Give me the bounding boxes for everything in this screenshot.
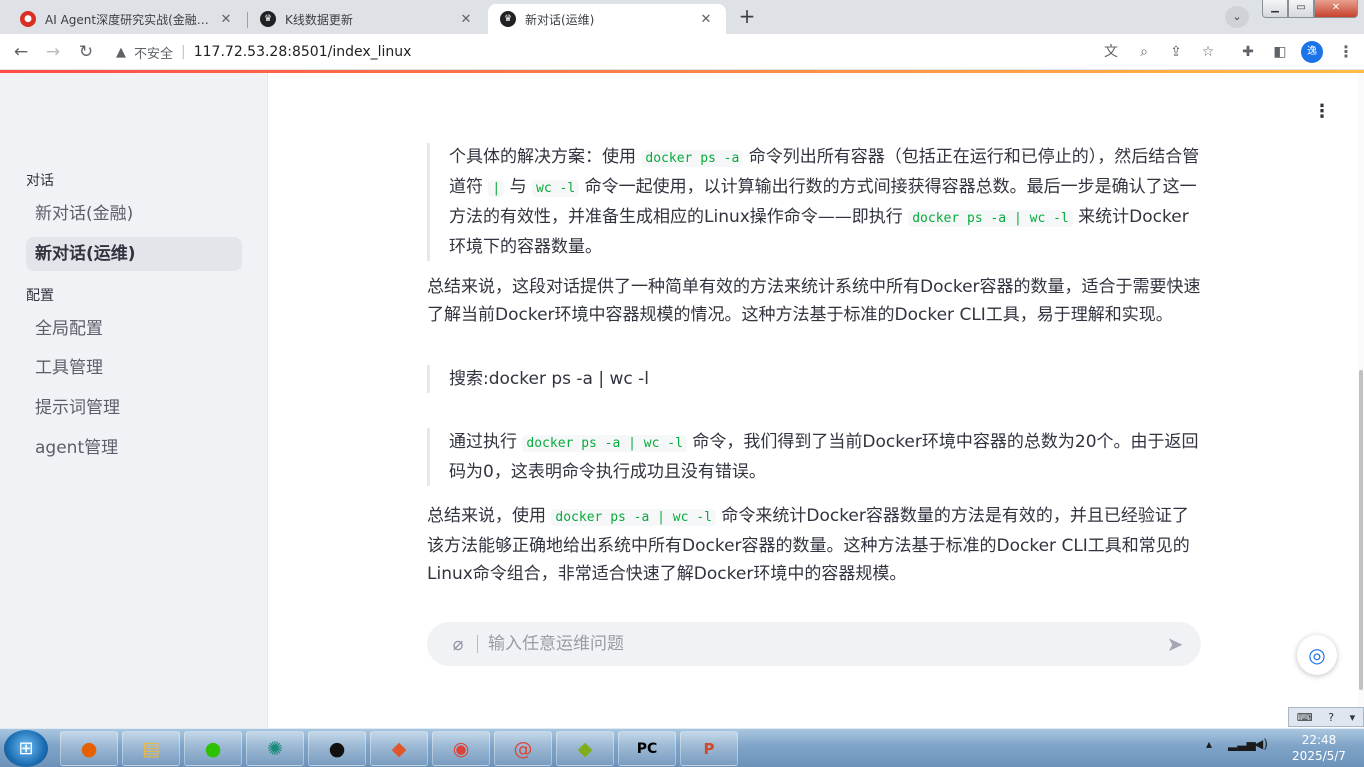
chat-input[interactable] <box>488 634 1155 654</box>
close-icon[interactable]: ✕ <box>458 12 474 27</box>
sidebar-item-prompt-management[interactable]: 提示词管理 <box>26 391 242 425</box>
crown-icon: ♛ <box>500 11 516 27</box>
browser-toolbar: ← → ↻ ▲ 不安全 | 117.72.53.28:8501/index_li… <box>0 34 1364 70</box>
summary-paragraph-2: 总结来说，使用 docker ps -a | wc -l 命令来统计Docker… <box>427 502 1203 588</box>
text-span: 个具体的解决方案：使用 <box>449 147 636 167</box>
thinking-blockquote: 个具体的解决方案：使用 docker ps -a 命令列出所有容器（包括正在运行… <box>427 143 1202 261</box>
chat-main: ⋮ ▬ ▬▬ ▬▬▬▬ ▬▬▬▬▬ ▬▬ ▬▬▬▬▬▬ ▬▬▬▬ ▬▬▬ 个具体… <box>269 73 1364 728</box>
paperclip-icon[interactable]: ⌀ <box>439 634 477 655</box>
share-icon[interactable]: ⇪ <box>1166 42 1186 62</box>
sidebar-item-global-config[interactable]: 全局配置 <box>26 312 242 346</box>
security-label[interactable]: 不安全 <box>134 43 173 62</box>
sidebar-item-agent-management[interactable]: agent管理 <box>26 431 242 465</box>
text-span: 通过执行 <box>449 432 517 452</box>
powerpoint-icon[interactable]: P <box>680 731 738 766</box>
more-options-icon[interactable]: ⋮ <box>1313 101 1331 122</box>
clock-date: 2025/5/7 <box>1292 749 1346 763</box>
show-hidden-icons[interactable]: ▴ <box>1206 737 1212 751</box>
close-icon[interactable]: ✕ <box>698 12 714 27</box>
pycharm-icon[interactable]: PC <box>618 731 676 766</box>
url-text[interactable]: 117.72.53.28:8501/index_linux <box>194 44 412 60</box>
firefox-icon[interactable]: ● <box>60 731 118 766</box>
browser-tab-kline[interactable]: ♛ K线数据更新 ✕ <box>248 4 486 34</box>
forward-arrow-icon[interactable]: → <box>41 40 65 64</box>
divider: | <box>181 44 186 60</box>
text-span: 总结来说，使用 <box>427 506 546 526</box>
tab-title: AI Agent深度研究实战(金融版) - <box>45 12 218 27</box>
section-title-chat: 对话 <box>26 173 54 189</box>
inline-code: docker ps -a | wc -l <box>551 509 716 526</box>
maximize-button[interactable]: ▭ <box>1288 0 1314 18</box>
file-explorer-icon[interactable]: ▤ <box>122 731 180 766</box>
app-red-icon[interactable]: ◆ <box>370 731 428 766</box>
result-blockquote: 通过执行 docker ps -a | wc -l 命令，我们得到了当前Dock… <box>427 428 1202 486</box>
chevron-down-icon[interactable]: ▾ <box>1350 711 1356 724</box>
minimize-button[interactable]: ▁ <box>1262 0 1288 18</box>
app-shell-icon[interactable]: ✺ <box>246 731 304 766</box>
crown-icon: ♛ <box>260 11 276 27</box>
inline-code: docker ps -a | wc -l <box>908 210 1073 227</box>
profile-avatar[interactable]: 逸 <box>1301 41 1323 63</box>
back-arrow-icon[interactable]: ← <box>9 40 33 64</box>
zoom-icon[interactable]: ⌕ <box>1134 42 1154 62</box>
wechat-icon[interactable]: ● <box>184 731 242 766</box>
inline-code: docker ps -a | wc -l <box>522 435 687 452</box>
close-icon[interactable]: ✕ <box>218 12 234 27</box>
browser-tab-finance[interactable]: ● AI Agent深度研究实战(金融版) - ✕ <box>8 4 246 34</box>
search-blockquote: 搜索:docker ps -a | wc -l <box>427 365 1202 393</box>
inline-code: wc -l <box>532 180 580 197</box>
inline-code: | <box>488 180 505 197</box>
start-button[interactable]: ⊞ <box>4 730 48 767</box>
warning-icon: ▲ <box>116 44 126 60</box>
window-close-button[interactable]: ✕ <box>1314 0 1358 18</box>
red-app-icon: ● <box>20 11 36 27</box>
system-clock[interactable]: 22:48 2025/5/7 <box>1291 732 1347 764</box>
tab-title: K线数据更新 <box>285 12 353 27</box>
clipped-text-line: ▬ ▬▬ ▬▬▬▬ ▬▬▬▬▬ ▬▬ ▬▬▬▬▬▬ ▬▬▬▬ ▬▬▬ <box>427 125 1187 137</box>
bookmark-star-icon[interactable]: ☆ <box>1198 42 1218 62</box>
inline-code: docker ps -a <box>641 150 744 167</box>
scrollbar-thumb[interactable] <box>1359 370 1363 690</box>
sidebar: 对话 新对话(金融) 新对话(运维) 配置 全局配置 工具管理 提示词管理 ag… <box>0 73 268 728</box>
sidebar-item-tool-management[interactable]: 工具管理 <box>26 351 242 385</box>
sidebar-item-finance-chat[interactable]: 新对话(金融) <box>26 197 242 231</box>
qq-icon[interactable]: ● <box>308 731 366 766</box>
divider <box>477 635 478 653</box>
assistant-float-icon[interactable]: ◎ <box>1297 635 1337 675</box>
language-bar[interactable]: ⌨ ? ▾ <box>1288 707 1364 727</box>
app-green-icon[interactable]: ◆ <box>556 731 614 766</box>
chrome-icon[interactable]: ◉ <box>432 731 490 766</box>
section-title-config: 配置 <box>26 288 54 304</box>
translate-icon[interactable]: 文 <box>1101 42 1121 62</box>
browser-menu-icon[interactable]: ⋮ <box>1338 40 1354 64</box>
network-icon[interactable]: ▂▃▅ <box>1228 737 1256 751</box>
chat-input-box: ⌀ ➤ <box>427 622 1201 666</box>
windows-taskbar: ⊞ ● ▤ ● ✺ ● ◆ ◉ @ ◆ PC P ▴ ▂▃▅ ◀) 22:48 … <box>0 728 1364 767</box>
summary-paragraph-1: 总结来说，这段对话提供了一种简单有效的方法来统计系统中所有Docker容器的数量… <box>427 277 1201 325</box>
keyboard-icon[interactable]: ⌨ <box>1297 711 1313 724</box>
tab-title: 新对话(运维) <box>525 12 595 27</box>
app-snail-icon[interactable]: @ <box>494 731 552 766</box>
clock-time: 22:48 <box>1301 733 1337 747</box>
send-icon[interactable]: ➤ <box>1155 632 1195 656</box>
help-icon[interactable]: ? <box>1328 711 1334 724</box>
chevron-down-icon[interactable]: ⌄ <box>1225 6 1249 28</box>
side-panel-icon[interactable]: ◧ <box>1270 42 1290 62</box>
volume-icon[interactable]: ◀) <box>1254 737 1268 751</box>
sidebar-item-ops-chat[interactable]: 新对话(运维) <box>26 237 242 271</box>
text-span: 与 <box>509 177 527 197</box>
reload-icon[interactable]: ↻ <box>74 40 98 64</box>
extensions-icon[interactable]: ✚ <box>1238 42 1258 62</box>
browser-tab-ops[interactable]: ♛ 新对话(运维) ✕ <box>488 4 726 34</box>
address-bar[interactable]: ▲ 不安全 | 117.72.53.28:8501/index_linux <box>108 37 1208 67</box>
browser-tabbar: ● AI Agent深度研究实战(金融版) - ✕ ♛ K线数据更新 ✕ ♛ 新… <box>0 0 1364 34</box>
new-tab-button[interactable]: + <box>734 5 760 29</box>
